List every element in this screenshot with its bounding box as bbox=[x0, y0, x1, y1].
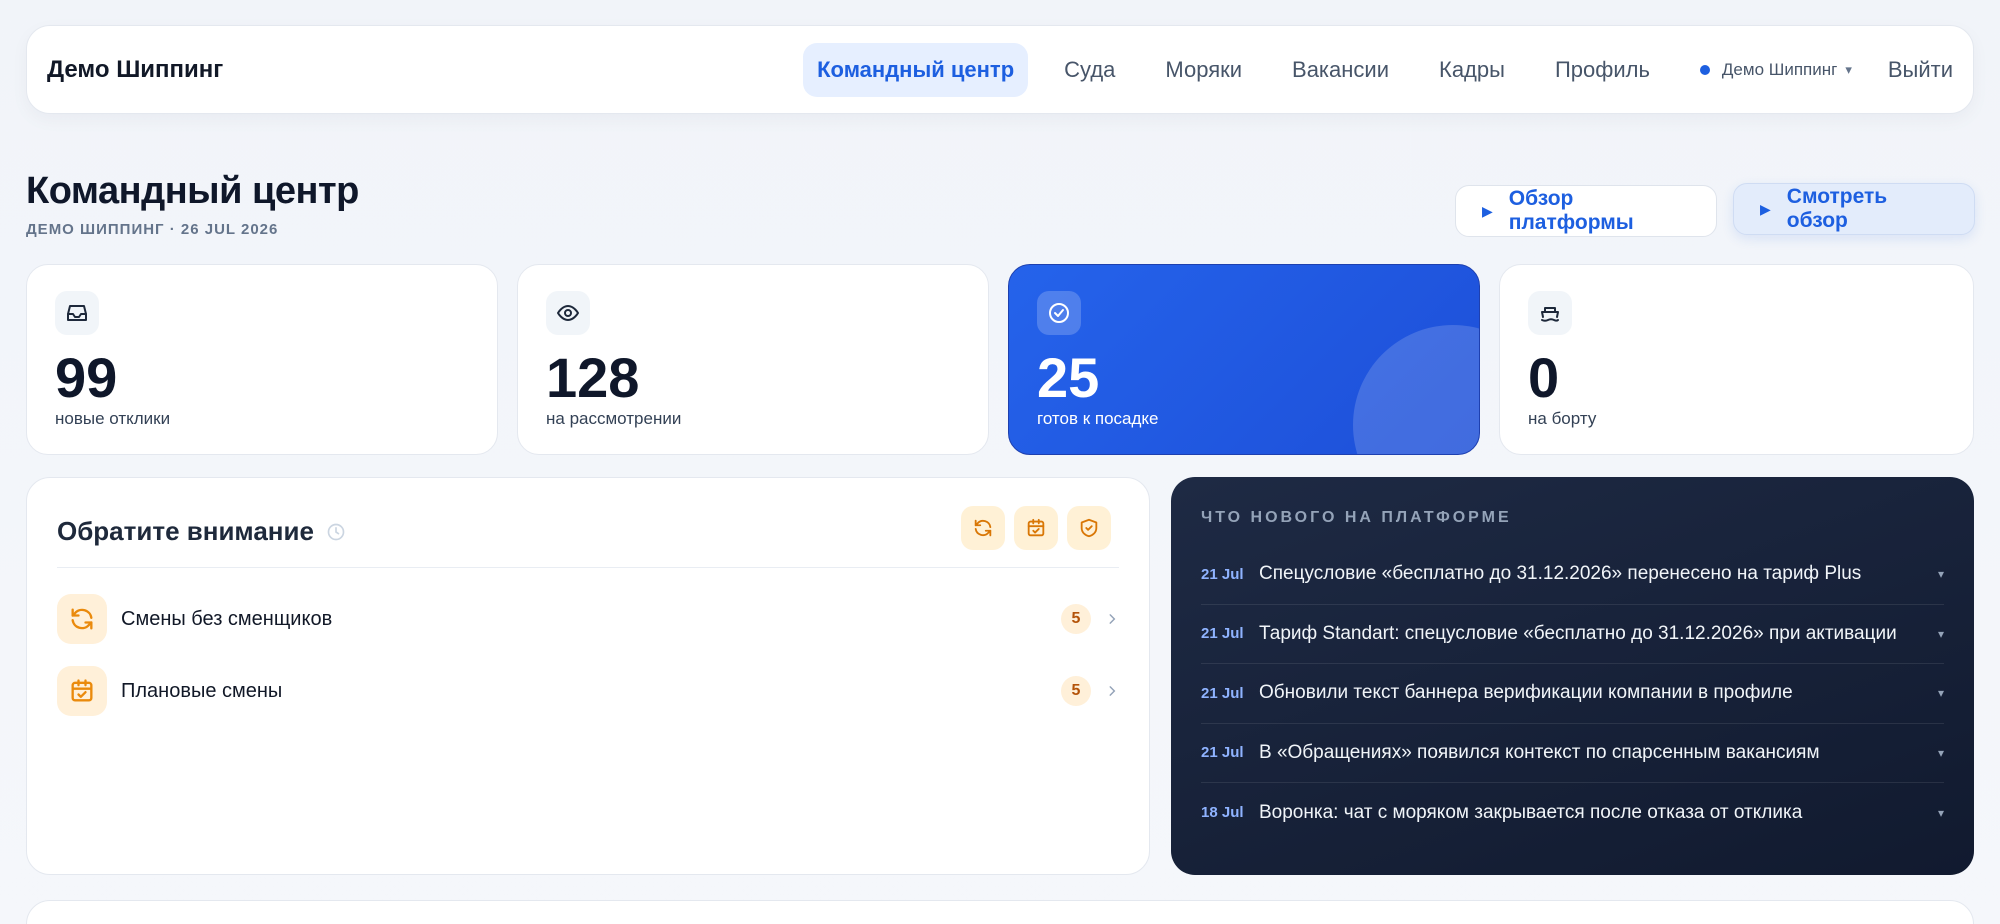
news-date: 21 Jul bbox=[1201, 625, 1244, 643]
attention-panel: Обратите внимание Смены без сменщиков 5 … bbox=[26, 477, 1150, 875]
logout-link[interactable]: Выйти bbox=[1888, 57, 1953, 83]
page-subtitle: ДЕМО ШИППИНГ · 26 JUL 2026 bbox=[26, 221, 279, 238]
ship-icon bbox=[1528, 291, 1572, 335]
watch-overview-button[interactable]: ▶ Смотреть обзор bbox=[1733, 183, 1975, 235]
chevron-right-icon bbox=[1109, 614, 1116, 624]
nav-link-seafarers[interactable]: Моряки bbox=[1151, 43, 1256, 97]
nav-link-vacancies[interactable]: Вакансии bbox=[1278, 43, 1403, 97]
stat-card-ready-to-board[interactable]: 25 готов к посадке bbox=[1008, 264, 1480, 455]
chevron-down-icon: ▾ bbox=[1937, 805, 1944, 820]
chevron-down-icon: ▾ bbox=[1937, 567, 1944, 582]
stat-label: готов к посадке bbox=[1037, 409, 1159, 428]
shield-filter-button[interactable] bbox=[1067, 506, 1111, 550]
clock-icon bbox=[327, 523, 345, 540]
stat-value: 0 bbox=[1528, 346, 1560, 409]
shield-check-icon bbox=[1080, 518, 1098, 538]
stat-card-under-review[interactable]: 128 на рассмотрении bbox=[517, 264, 989, 455]
stat-label: на борту bbox=[1528, 409, 1597, 428]
stat-card-new-responses[interactable]: 99 новые отклики bbox=[26, 264, 498, 455]
attention-title: Обратите внимание bbox=[57, 516, 314, 546]
nav-link-profile[interactable]: Профиль bbox=[1541, 43, 1664, 97]
news-date: 21 Jul bbox=[1201, 684, 1244, 702]
news-date: 18 Jul bbox=[1201, 804, 1244, 822]
account-name: Демо Шиппинг bbox=[1721, 59, 1838, 79]
attention-item-no-relief[interactable]: Смены без сменщиков 5 bbox=[57, 592, 1119, 646]
attention-filter-group bbox=[952, 506, 1111, 550]
news-date: 21 Jul bbox=[1201, 744, 1244, 762]
chevron-down-icon: ▾ bbox=[1937, 745, 1944, 760]
play-icon: ▶ bbox=[1482, 202, 1493, 219]
page-title: Командный центр bbox=[26, 170, 359, 212]
news-item[interactable]: 21 Jul Тариф Standart: спецусловие «бесп… bbox=[1201, 605, 1944, 664]
refresh-filter-button[interactable] bbox=[961, 506, 1005, 550]
news-text: Обновили текст баннера верификации компа… bbox=[1259, 682, 1793, 704]
calendar-check-icon bbox=[1027, 518, 1045, 537]
decorative-circle bbox=[1353, 325, 1479, 454]
next-section-card bbox=[26, 900, 1974, 924]
check-circle-icon bbox=[1037, 291, 1081, 335]
news-text: Спецусловие «бесплатно до 31.12.2026» пе… bbox=[1259, 563, 1862, 585]
calendar-filter-button[interactable] bbox=[1014, 506, 1058, 550]
play-icon: ▶ bbox=[1760, 200, 1771, 217]
chevron-down-icon: ▾ bbox=[1845, 61, 1852, 77]
nav-link-crew[interactable]: Кадры bbox=[1425, 43, 1519, 97]
count-badge: 5 bbox=[1061, 676, 1091, 706]
news-item[interactable]: 21 Jul В «Обращениях» появился контекст … bbox=[1201, 724, 1944, 783]
platform-overview-button[interactable]: ▶ Обзор платформы bbox=[1455, 185, 1717, 237]
brand-name[interactable]: Демо Шиппинг bbox=[47, 56, 223, 84]
stat-value: 99 bbox=[55, 346, 118, 409]
chevron-down-icon: ▾ bbox=[1937, 686, 1944, 701]
news-text: Воронка: чат с моряком закрывается после… bbox=[1259, 801, 1803, 823]
news-date: 21 Jul bbox=[1201, 565, 1244, 583]
news-list: 21 Jul Спецусловие «бесплатно до 31.12.2… bbox=[1201, 545, 1944, 843]
stat-value: 25 bbox=[1037, 346, 1100, 409]
nav-link-command-center[interactable]: Командный центр bbox=[803, 42, 1029, 97]
watch-overview-label: Смотреть обзор bbox=[1786, 185, 1888, 232]
stat-value: 128 bbox=[546, 346, 640, 409]
count-badge: 5 bbox=[1061, 604, 1091, 634]
nav-links: Командный центр Суда Моряки Вакансии Кад… bbox=[781, 42, 1953, 97]
divider bbox=[57, 567, 1119, 568]
calendar-check-icon bbox=[57, 666, 107, 716]
platform-overview-label: Обзор платформы bbox=[1508, 187, 1634, 234]
attention-item-label: Смены без сменщиков bbox=[121, 607, 333, 630]
news-item[interactable]: 21 Jul Спецусловие «бесплатно до 31.12.2… bbox=[1201, 545, 1944, 605]
news-item[interactable]: 21 Jul Обновили текст баннера верификаци… bbox=[1201, 664, 1944, 724]
refresh-icon bbox=[57, 594, 107, 644]
news-text: В «Обращениях» появился контекст по спар… bbox=[1259, 741, 1820, 763]
top-navbar: Демо Шиппинг Командный центр Суда Моряки… bbox=[26, 25, 1974, 114]
news-panel: ЧТО НОВОГО НА ПЛАТФОРМЕ 21 Jul Спецуслов… bbox=[1171, 477, 1974, 875]
refresh-icon bbox=[974, 519, 992, 537]
attention-item-label: Плановые смены bbox=[121, 679, 283, 702]
eye-icon bbox=[546, 291, 590, 335]
news-text: Тариф Standart: спецусловие «бесплатно д… bbox=[1259, 622, 1897, 644]
nav-link-vessels[interactable]: Суда bbox=[1050, 43, 1129, 97]
status-dot bbox=[1699, 64, 1710, 75]
stat-card-on-board[interactable]: 0 на борту bbox=[1499, 264, 1974, 455]
attention-title-wrap: Обратите внимание bbox=[57, 516, 346, 547]
inbox-icon bbox=[55, 291, 99, 335]
stat-label: новые отклики bbox=[55, 409, 171, 428]
news-item[interactable]: 18 Jul Воронка: чат с моряком закрываетс… bbox=[1201, 783, 1944, 843]
account-dropdown[interactable]: Демо Шиппинг ▾ bbox=[1699, 59, 1852, 80]
chevron-down-icon: ▾ bbox=[1937, 626, 1944, 641]
attention-item-planned-shifts[interactable]: Плановые смены 5 bbox=[57, 664, 1119, 718]
news-title: ЧТО НОВОГО НА ПЛАТФОРМЕ bbox=[1201, 509, 1512, 526]
chevron-right-icon bbox=[1109, 686, 1116, 696]
stat-label: на рассмотрении bbox=[546, 409, 682, 428]
